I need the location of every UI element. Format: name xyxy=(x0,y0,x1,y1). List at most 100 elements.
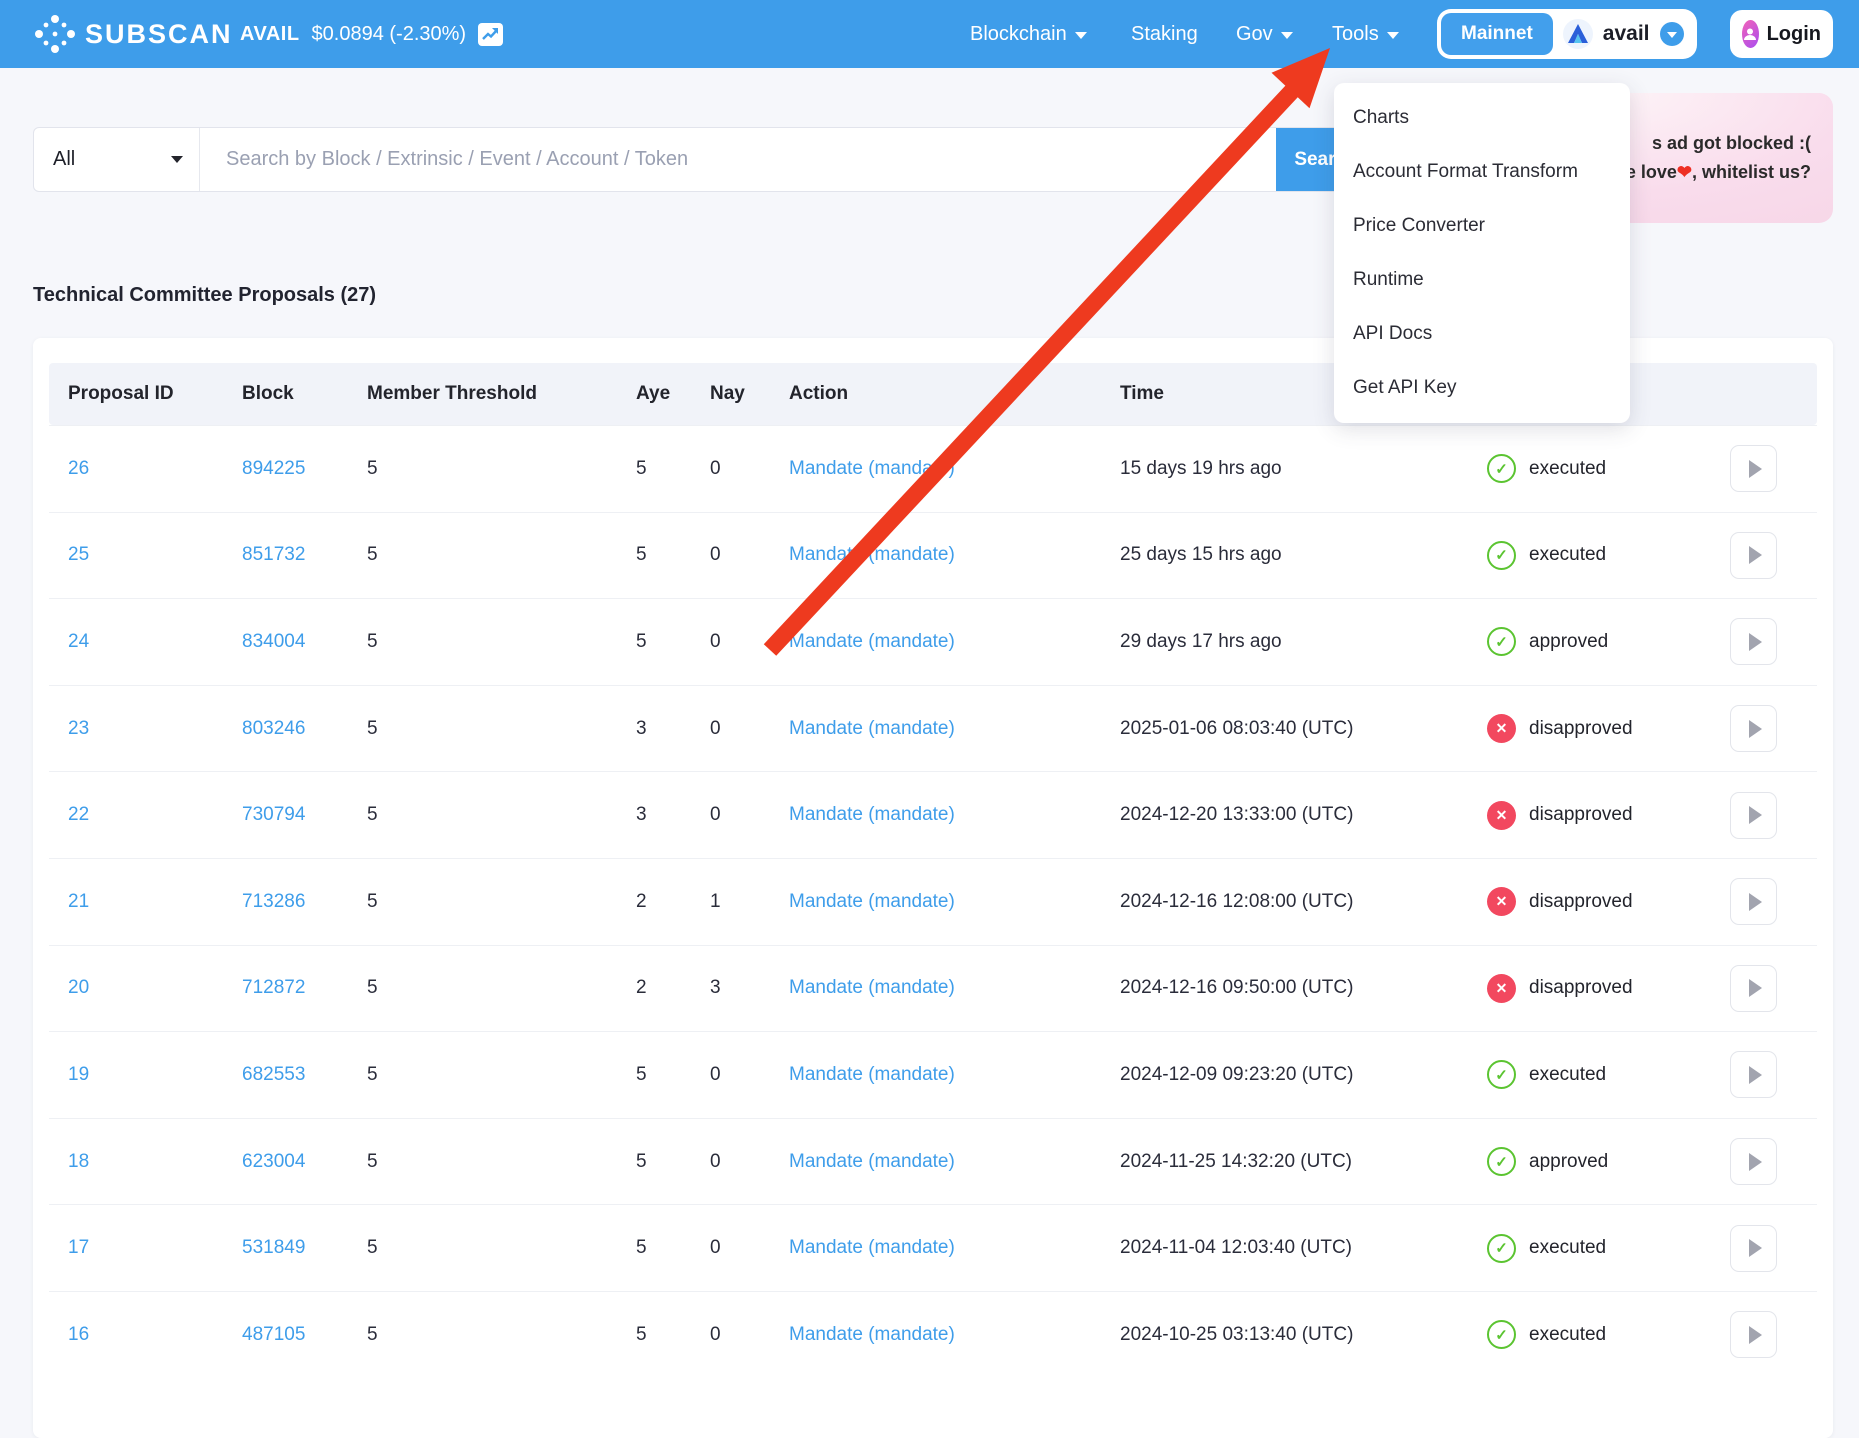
row-detail-button[interactable] xyxy=(1730,445,1777,492)
status-cell: disapproved xyxy=(1487,974,1730,1003)
col-member-threshold: Member Threshold xyxy=(367,383,636,405)
action-link[interactable]: Mandate (mandate) xyxy=(789,1324,1120,1346)
member-threshold-value: 5 xyxy=(367,1324,636,1346)
block-link[interactable]: 712872 xyxy=(242,977,367,999)
search-filter-select[interactable]: All xyxy=(34,128,200,191)
status-label: executed xyxy=(1529,1324,1606,1346)
price-chart-icon[interactable] xyxy=(478,23,503,46)
proposal-id-link[interactable]: 20 xyxy=(49,977,242,999)
login-label: Login xyxy=(1767,23,1821,46)
proposal-id-link[interactable]: 22 xyxy=(49,804,242,826)
status-icon xyxy=(1487,627,1516,656)
page-title: Technical Committee Proposals (27) xyxy=(33,284,376,307)
proposal-id-link[interactable]: 17 xyxy=(49,1237,242,1259)
block-link[interactable]: 894225 xyxy=(242,458,367,480)
ad-line-2: he love❤, whitelist us? xyxy=(1615,160,1811,185)
time-value: 2024-12-16 09:50:00 (UTC) xyxy=(1120,977,1487,999)
nay-value: 0 xyxy=(710,1237,789,1259)
proposal-id-link[interactable]: 26 xyxy=(49,458,242,480)
action-link[interactable]: Mandate (mandate) xyxy=(789,891,1120,913)
proposal-id-link[interactable]: 19 xyxy=(49,1064,242,1086)
search-filter-value: All xyxy=(53,148,75,171)
nav-tools[interactable]: Tools xyxy=(1332,0,1399,68)
table-row: 21 713286 5 2 1 Mandate (mandate) 2024-1… xyxy=(49,858,1817,945)
action-link[interactable]: Mandate (mandate) xyxy=(789,458,1120,480)
block-link[interactable]: 851732 xyxy=(242,544,367,566)
action-link[interactable]: Mandate (mandate) xyxy=(789,1151,1120,1173)
status-icon xyxy=(1487,887,1516,916)
proposal-id-link[interactable]: 24 xyxy=(49,631,242,653)
search-input[interactable] xyxy=(200,128,1276,191)
menu-item-runtime[interactable]: Runtime xyxy=(1334,253,1630,307)
block-link[interactable]: 803246 xyxy=(242,718,367,740)
block-link[interactable]: 834004 xyxy=(242,631,367,653)
member-threshold-value: 5 xyxy=(367,891,636,913)
top-header: SUBSCAN AVAIL $0.0894 (-2.30%) Blockchai… xyxy=(0,0,1859,68)
block-link[interactable]: 623004 xyxy=(242,1151,367,1173)
action-link[interactable]: Mandate (mandate) xyxy=(789,1064,1120,1086)
proposal-id-link[interactable]: 21 xyxy=(49,891,242,913)
nay-value: 0 xyxy=(710,804,789,826)
menu-item-get-api-key[interactable]: Get API Key xyxy=(1334,361,1630,415)
nay-value: 0 xyxy=(710,1064,789,1086)
proposal-id-link[interactable]: 16 xyxy=(49,1324,242,1346)
row-detail-button[interactable] xyxy=(1730,618,1777,665)
subscan-logo[interactable]: SUBSCAN xyxy=(35,0,233,68)
menu-item-api-docs[interactable]: API Docs xyxy=(1334,307,1630,361)
block-link[interactable]: 713286 xyxy=(242,891,367,913)
action-link[interactable]: Mandate (mandate) xyxy=(789,631,1120,653)
status-cell: executed xyxy=(1487,454,1730,483)
nav-blockchain[interactable]: Blockchain xyxy=(970,0,1087,68)
row-detail-button[interactable] xyxy=(1730,1225,1777,1272)
row-detail-button[interactable] xyxy=(1730,532,1777,579)
menu-item-charts[interactable]: Charts xyxy=(1334,91,1630,145)
nav-staking[interactable]: Staking xyxy=(1131,0,1198,68)
proposal-id-link[interactable]: 23 xyxy=(49,718,242,740)
row-detail-button[interactable] xyxy=(1730,1138,1777,1185)
action-link[interactable]: Mandate (mandate) xyxy=(789,544,1120,566)
status-label: disapproved xyxy=(1529,804,1633,826)
table-row: 18 623004 5 5 0 Mandate (mandate) 2024-1… xyxy=(49,1118,1817,1205)
network-caret-button[interactable] xyxy=(1660,22,1684,46)
block-link[interactable]: 682553 xyxy=(242,1064,367,1086)
caret-right-icon xyxy=(1749,1066,1762,1084)
nay-value: 0 xyxy=(710,458,789,480)
nav-gov[interactable]: Gov xyxy=(1236,0,1293,68)
menu-item-price-converter[interactable]: Price Converter xyxy=(1334,199,1630,253)
chevron-down-icon xyxy=(1387,32,1399,39)
status-cell: executed xyxy=(1487,1320,1730,1349)
nay-value: 0 xyxy=(710,631,789,653)
row-detail-button[interactable] xyxy=(1730,878,1777,925)
col-nay: Nay xyxy=(710,383,789,405)
row-detail-button[interactable] xyxy=(1730,792,1777,839)
block-link[interactable]: 730794 xyxy=(242,804,367,826)
nav-blockchain-label: Blockchain xyxy=(970,23,1067,46)
row-detail-button[interactable] xyxy=(1730,1051,1777,1098)
row-detail-button[interactable] xyxy=(1730,1311,1777,1358)
aye-value: 5 xyxy=(636,458,710,480)
action-link[interactable]: Mandate (mandate) xyxy=(789,977,1120,999)
mainnet-button[interactable]: Mainnet xyxy=(1441,13,1553,55)
status-icon xyxy=(1487,974,1516,1003)
action-link[interactable]: Mandate (mandate) xyxy=(789,718,1120,740)
nay-value: 0 xyxy=(710,544,789,566)
menu-item-account-format-transform[interactable]: Account Format Transform xyxy=(1334,145,1630,199)
block-link[interactable]: 531849 xyxy=(242,1237,367,1259)
action-link[interactable]: Mandate (mandate) xyxy=(789,1237,1120,1259)
proposal-id-link[interactable]: 18 xyxy=(49,1151,242,1173)
nav-gov-label: Gov xyxy=(1236,23,1273,46)
chevron-down-icon xyxy=(1281,32,1293,39)
action-link[interactable]: Mandate (mandate) xyxy=(789,804,1120,826)
status-label: disapproved xyxy=(1529,891,1633,913)
table-row: 22 730794 5 3 0 Mandate (mandate) 2024-1… xyxy=(49,771,1817,858)
time-value: 25 days 15 hrs ago xyxy=(1120,544,1487,566)
login-button[interactable]: Login xyxy=(1730,10,1833,58)
row-detail-button[interactable] xyxy=(1730,705,1777,752)
aye-value: 2 xyxy=(636,891,710,913)
search-bar: All Search xyxy=(33,127,1377,192)
proposal-id-link[interactable]: 25 xyxy=(49,544,242,566)
block-link[interactable]: 487105 xyxy=(242,1324,367,1346)
subscan-logo-icon xyxy=(35,15,75,53)
member-threshold-value: 5 xyxy=(367,977,636,999)
row-detail-button[interactable] xyxy=(1730,965,1777,1012)
